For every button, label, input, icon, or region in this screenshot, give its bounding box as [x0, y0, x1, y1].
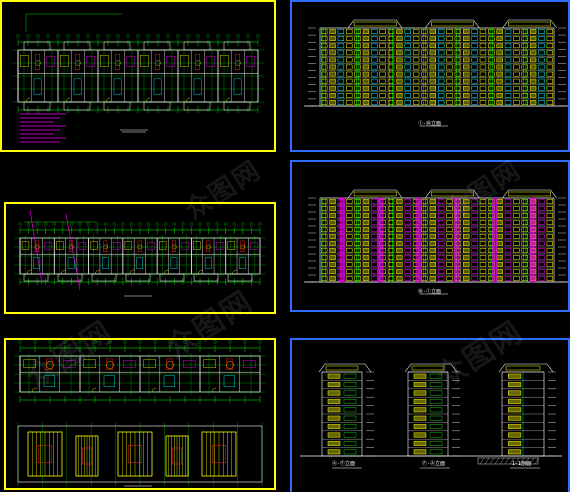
floor-plan-drawing-3	[14, 340, 266, 487]
floor-plan-drawing-1	[12, 13, 264, 143]
floor-plan-drawing-2	[14, 209, 266, 297]
front-elevation-drawing	[304, 19, 568, 127]
side-elevation-caption-2: Ⓕ-Ⓐ立面	[422, 461, 446, 467]
section-caption: 1-1剖面	[512, 461, 532, 467]
floor-plan-sheet-1[interactable]	[0, 0, 276, 152]
rear-elevation-caption: ⑩-①立面	[418, 289, 442, 295]
front-elevation-caption: ①-⑩立面	[418, 121, 442, 127]
elevation-sheet-sides[interactable]: Ⓐ-Ⓕ立面 Ⓕ-Ⓐ立面 1-1剖面	[290, 338, 570, 492]
elevation-sheet-front[interactable]: ①-⑩立面	[290, 0, 570, 152]
side-elevations-drawing	[300, 363, 562, 469]
floor-plan-sheet-3[interactable]	[4, 338, 276, 490]
side-elevation-caption-1: Ⓐ-Ⓕ立面	[332, 461, 356, 467]
elevation-sheet-rear[interactable]: ⑩-①立面	[290, 160, 570, 312]
floor-plan-sheet-2[interactable]	[4, 202, 276, 314]
